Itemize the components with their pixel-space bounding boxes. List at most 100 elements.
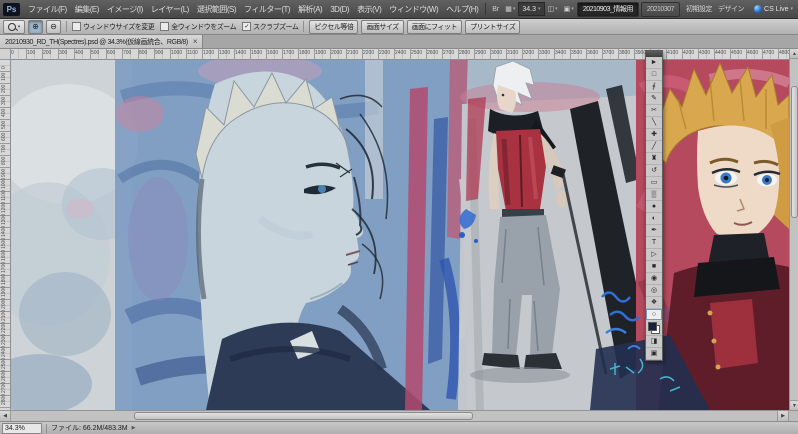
vertical-scroll-track[interactable] <box>790 59 798 400</box>
3d-camera-rotate-tool[interactable]: ◎ <box>646 285 662 297</box>
dodge-tool[interactable]: ◐ <box>646 213 662 225</box>
tool-preset-picker[interactable]: ▾ <box>3 19 25 34</box>
horizontal-scrollbar[interactable]: ◀ ▶ <box>0 410 798 421</box>
ruler-v-label: 700 <box>1 144 7 153</box>
options-bar: ▾ ⊕ ⊖ ウィンドウサイズを変更 全ウィンドウをズーム ✓ スクラブズーム ピクセル… <box>0 19 798 35</box>
zoom-out-toggle[interactable]: ⊖ <box>46 19 61 34</box>
menu-item-4[interactable]: 選択範囲(S) <box>193 4 240 15</box>
chevron-down-icon: ▾ <box>790 6 794 12</box>
history-brush-tool[interactable]: ↺ <box>646 165 662 177</box>
workspace-link-0[interactable]: 初期設定 <box>683 4 715 14</box>
ruler-v-label: 1400 <box>1 225 7 237</box>
menu-item-2[interactable]: イメージ(I) <box>103 4 147 15</box>
hand-tool[interactable]: ❖ <box>646 297 662 309</box>
canvas[interactable] <box>10 59 789 410</box>
type-tool[interactable]: T <box>646 237 662 249</box>
screen-mode-icon[interactable]: ▣ ▾ <box>561 5 577 13</box>
ruler-h-label: 2900 <box>475 50 487 56</box>
quick-selection-tool[interactable]: ✎ <box>646 93 662 105</box>
arrange-documents-icon-glyph: ◫ <box>547 6 555 13</box>
workspace-link-1[interactable]: デザイン <box>715 4 747 14</box>
menu-item-1[interactable]: 編集(E) <box>71 4 103 15</box>
menu-item-5[interactable]: フィルター(T) <box>240 4 294 15</box>
view-extras-icon-glyph: ▦ <box>505 6 512 13</box>
scroll-left-icon[interactable]: ◀ <box>0 411 11 421</box>
foreground-color-swatch[interactable] <box>648 322 657 331</box>
option-button-0[interactable]: ピクセル等倍 <box>309 19 359 34</box>
checkbox-icon: ✓ <box>242 22 252 31</box>
status-zoom-field[interactable]: 34.3% <box>2 422 42 434</box>
quick-mask-button[interactable]: ◨ <box>646 336 662 348</box>
option-button-3[interactable]: プリントサイズ <box>465 19 521 34</box>
vertical-scroll-thumb[interactable] <box>791 86 798 218</box>
photoshop-window: Ps ファイル(F) 編集(E) イメージ(I) レイヤー(L) 選択範囲(S) フィルタ… <box>0 0 798 434</box>
pen-tool[interactable]: ✒ <box>646 225 662 237</box>
arrange-documents-icon[interactable]: ◫ ▾ <box>545 5 561 13</box>
option-button-1[interactable]: 画面サイズ <box>361 19 404 34</box>
eyedropper-tool[interactable]: ╲ <box>646 117 662 129</box>
scroll-up-icon[interactable]: ▲ <box>790 49 798 59</box>
option-checkbox-1[interactable]: 全ウィンドウをズーム <box>160 22 237 32</box>
rectangle-tool-icon: ■ <box>651 263 657 270</box>
vertical-scrollbar[interactable]: ▲ ▼ <box>789 49 798 410</box>
close-icon[interactable]: × <box>193 37 198 46</box>
zoom-in-toggle[interactable]: ⊕ <box>28 19 43 34</box>
spot-healing-brush-tool[interactable]: ✚ <box>646 129 662 141</box>
ruler-h-label: 1400 <box>235 50 247 56</box>
checkbox-icon <box>160 22 170 31</box>
horizontal-scroll-track[interactable] <box>11 411 777 421</box>
document-tab[interactable]: 20210930_RD_TH(Spectres).psd @ 34.3%(仮線画… <box>0 35 204 48</box>
option-checkbox-2[interactable]: ✓ スクラブズーム <box>242 22 299 32</box>
foreground-background-colors[interactable] <box>646 321 662 336</box>
menu-item-9[interactable]: ウィンドウ(W) <box>385 4 442 15</box>
menu-item-0[interactable]: ファイル(F) <box>24 4 71 15</box>
bridge-icon[interactable]: Br <box>489 6 502 13</box>
ruler-v-label: 2500 <box>1 357 7 369</box>
ruler-v-label: 500 <box>1 120 7 129</box>
workspace-tab-0[interactable]: 20210903_情報用 <box>576 1 639 17</box>
lasso-tool[interactable]: ∮ <box>646 81 662 93</box>
workspace-tab-1[interactable]: 20210307 <box>640 1 681 17</box>
scroll-right-icon[interactable]: ▶ <box>777 411 788 421</box>
chevron-down-icon: ▾ <box>538 6 541 12</box>
screen-mode-button[interactable]: ▣ <box>646 348 662 360</box>
view-extras-icon[interactable]: ▦ ▾ <box>502 5 518 13</box>
rectangle-tool[interactable]: ■ <box>646 261 662 273</box>
option-checkbox-label-2: スクラブズーム <box>253 23 299 31</box>
menu-item-10[interactable]: ヘルプ(H) <box>442 4 482 15</box>
blur-tool[interactable]: ● <box>646 201 662 213</box>
ruler-v-label: 1000 <box>1 177 7 189</box>
photoshop-logo-icon[interactable]: Ps <box>3 2 20 16</box>
ruler-v-label: 2000 <box>1 297 7 309</box>
brush-tool[interactable]: ╱ <box>646 141 662 153</box>
cs-live-button[interactable]: CS Live ▾ <box>750 5 797 13</box>
zoom-tool[interactable]: ○ <box>646 309 662 321</box>
menu-item-3[interactable]: レイヤー(L) <box>147 4 193 15</box>
zoom-level-control[interactable]: 34.3 ▾ <box>518 2 545 16</box>
clone-stamp-tool[interactable]: ♜ <box>646 153 662 165</box>
ruler-h-label: 3400 <box>555 50 567 56</box>
menubar-separator <box>485 3 487 15</box>
rectangular-marquee-tool[interactable]: □ <box>646 69 662 81</box>
menu-item-6[interactable]: 解析(A) <box>294 4 326 15</box>
path-selection-tool[interactable]: ▷ <box>646 249 662 261</box>
crop-tool[interactable]: ✂ <box>646 105 662 117</box>
eraser-tool[interactable]: ▭ <box>646 177 662 189</box>
status-flyout-icon[interactable]: ▶ <box>132 425 136 431</box>
option-checkbox-0[interactable]: ウィンドウサイズを変更 <box>72 22 155 32</box>
menu-item-8[interactable]: 表示(V) <box>353 4 385 15</box>
options-buttons: ピクセル等倍 画面サイズ 画面にフィット プリントサイズ <box>309 19 521 34</box>
ruler-h-label: 2600 <box>427 50 439 56</box>
move-tool[interactable]: ► <box>646 57 662 69</box>
scroll-down-icon[interactable]: ▼ <box>790 400 798 410</box>
ruler-h-label: 4600 <box>747 50 759 56</box>
tools-palette: ► □ ∮ ✎ ✂ ╲ ✚ ╱ ♜ ↺ ▭ ▒ ● ◐ ✒ T ▷ ■ ◉ ◎ ❖ ○ ◨ ▣ <box>645 50 663 361</box>
ruler-h-label: 3100 <box>507 50 519 56</box>
blur-tool-icon: ● <box>651 203 657 210</box>
menu-list: ファイル(F) 編集(E) イメージ(I) レイヤー(L) 選択範囲(S) フィルター(T… <box>24 4 482 15</box>
horizontal-scroll-thumb[interactable] <box>133 412 473 420</box>
gradient-tool[interactable]: ▒ <box>646 189 662 201</box>
option-button-2[interactable]: 画面にフィット <box>406 19 463 34</box>
menu-item-7[interactable]: 3D(D) <box>326 5 353 14</box>
3d-object-rotate-tool[interactable]: ◉ <box>646 273 662 285</box>
